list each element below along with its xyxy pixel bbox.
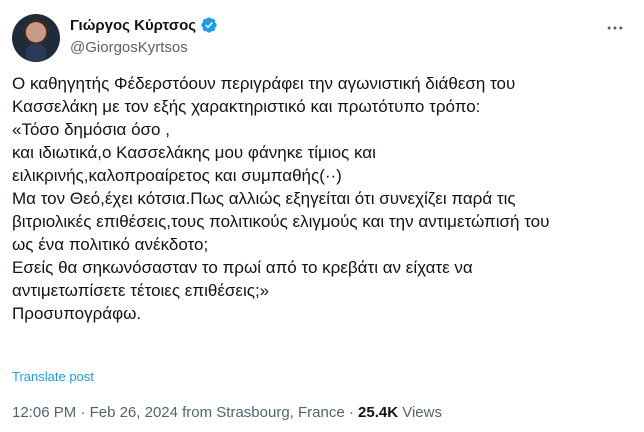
tweet-text: Ο καθηγητής Φέδερστόουν περιγράφει την α…: [12, 72, 632, 325]
meta-separator: ·: [344, 404, 359, 421]
tweet-line: «Τόσο δημόσια όσο ,: [12, 120, 170, 139]
meta-separator: ·: [76, 404, 90, 421]
avatar[interactable]: [12, 14, 60, 62]
tweet-line: Ο καθηγητής Φέδερστόουν περιγράφει την α…: [12, 74, 516, 93]
translate-post-link[interactable]: Translate post: [12, 369, 94, 384]
tweet-line: Κασσελάκη με τον εξής χαρακτηριστικό και…: [12, 97, 481, 116]
views-label: Views: [398, 404, 442, 421]
tweet-line: ως ένα πολιτικό ανέκδοτο;: [12, 235, 209, 254]
verified-badge-icon: [200, 16, 218, 34]
tweet-line: αντιμετωπίσετε τέτοιες επιθέσεις;»: [12, 281, 270, 300]
tweet-line: βιτριολικές επιθέσεις,τους πολιτικούς ελ…: [12, 212, 550, 231]
post-time[interactable]: 12:06 PM: [12, 404, 76, 421]
author-display-name[interactable]: Γιώργος Κύρτσος: [70, 17, 196, 34]
tweet-line: ειλικρινής,καλοπροαίρετος και συμπαθής(·…: [12, 166, 342, 185]
author-name-row: Γιώργος Κύρτσος: [70, 16, 218, 34]
tweet-line: Προσυπογράφω.: [12, 304, 142, 323]
post-date-location[interactable]: Feb 26, 2024 from Strasbourg, France: [90, 404, 345, 421]
tweet-header: Γιώργος Κύρτσος @GiorgosKyrtsos: [12, 12, 632, 68]
tweet-line: Εσείς θα σηκωνόσασταν το πρωί από το κρε…: [12, 258, 473, 277]
more-icon[interactable]: [600, 18, 630, 38]
tweet-line: και ιδιωτικά,ο Κασσελάκης μου φάνηκε τίμ…: [12, 143, 376, 162]
author-handle[interactable]: @GiorgosKyrtsos: [70, 39, 188, 56]
tweet-meta: 12:06 PM · Feb 26, 2024 from Strasbourg,…: [12, 404, 442, 421]
views-count[interactable]: 25.4K: [358, 404, 398, 421]
tweet-line: Μα τον Θεό,έχει κότσια.Πως αλλιώς εξηγεί…: [12, 189, 516, 208]
